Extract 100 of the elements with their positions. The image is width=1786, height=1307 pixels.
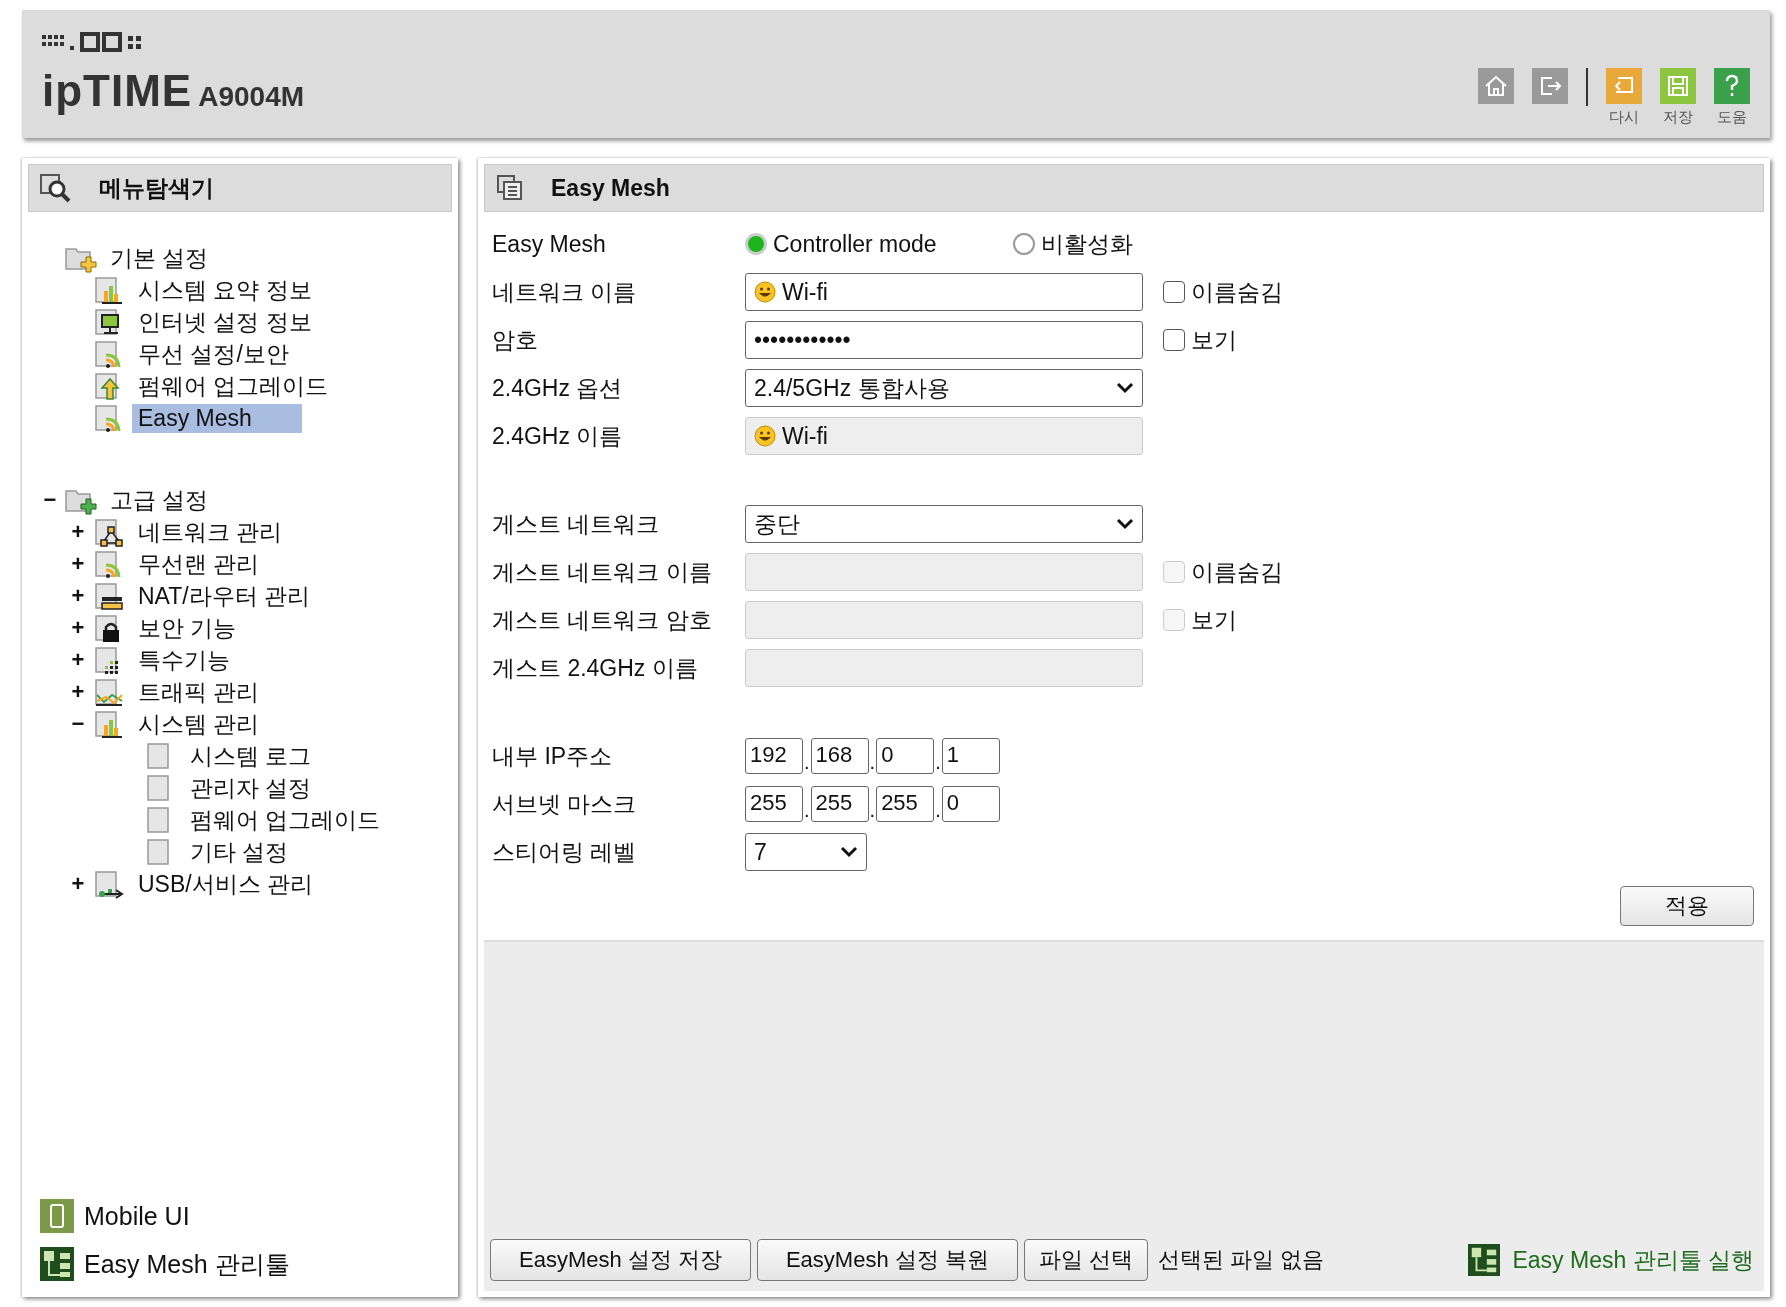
dropdown[interactable]: 중단: [745, 505, 1143, 543]
smiley-icon: [754, 281, 776, 303]
field-label: 네트워크 이름: [492, 277, 638, 307]
menu-item[interactable]: 특수기능: [132, 643, 236, 677]
help-icon[interactable]: [1714, 68, 1750, 104]
expand-toggle[interactable]: +: [64, 615, 92, 641]
menu-item[interactable]: 관리자 설정: [184, 771, 318, 805]
ip-octet-field[interactable]: 1: [941, 738, 1000, 774]
smiley-icon: [754, 425, 776, 447]
checkbox-label: 이름숨김: [1191, 277, 1283, 307]
ip-octet-field[interactable]: 0: [941, 786, 1000, 822]
sidebar-link[interactable]: Mobile UI: [84, 1201, 190, 1231]
home-icon[interactable]: [1478, 68, 1514, 104]
phone-icon[interactable]: [40, 1199, 74, 1233]
menu-item[interactable]: 무선 설정/보안: [132, 337, 295, 371]
expand-toggle[interactable]: +: [64, 551, 92, 577]
logo: ipTIME: [42, 66, 193, 116]
field-label: 2.4GHz 옵션: [492, 373, 624, 403]
checkbox-label: 보기: [1191, 325, 1237, 355]
return-icon[interactable]: [1606, 68, 1642, 104]
menu-item[interactable]: 인터넷 설정 정보: [132, 305, 318, 339]
separator-dot: .: [868, 799, 877, 822]
menu-item[interactable]: 보안 기능: [132, 611, 243, 645]
mesh-tool-icon[interactable]: [1468, 1244, 1501, 1276]
menu-item[interactable]: USB/서비스 관리: [132, 867, 320, 901]
logout-icon[interactable]: [1532, 68, 1568, 104]
field-label: 게스트 네트워크 이름: [492, 557, 713, 587]
chevron-icon: [1116, 518, 1134, 530]
sidebar-link[interactable]: Easy Mesh 관리툴: [84, 1247, 290, 1281]
field-label: 게스트 2.4GHz 이름: [492, 653, 699, 683]
ip-octet-field[interactable]: 168: [810, 738, 869, 774]
pages-icon: [495, 173, 525, 203]
separator-dot: .: [934, 751, 942, 774]
expand-toggle[interactable]: −: [36, 487, 64, 513]
save-icon[interactable]: [1660, 68, 1696, 104]
menu-item[interactable]: 고급 설정: [104, 483, 215, 517]
model-name: A9004M: [198, 81, 305, 113]
input-field[interactable]: Wi-fi: [745, 273, 1143, 311]
expand-toggle[interactable]: +: [64, 583, 92, 609]
menu-item[interactable]: Easy Mesh: [132, 403, 302, 433]
menu-item[interactable]: 네트워크 관리: [132, 515, 289, 549]
tool-label: 다시: [1609, 108, 1639, 127]
mesh-tool-icon[interactable]: [40, 1247, 74, 1281]
radio-button[interactable]: [745, 233, 767, 255]
dropdown[interactable]: 2.4/5GHz 통합사용: [745, 369, 1143, 407]
chevron-icon: [1116, 382, 1134, 394]
menu-item[interactable]: 시스템 관리: [132, 707, 266, 741]
field-label: Easy Mesh: [492, 230, 607, 258]
radio-label: Controller mode: [773, 230, 937, 258]
expand-toggle[interactable]: −: [64, 711, 92, 737]
ip-octet-field[interactable]: 192: [745, 738, 803, 774]
checkbox[interactable]: [1163, 329, 1185, 351]
ip-octet-field[interactable]: 255: [810, 786, 869, 822]
menu-item[interactable]: 펌웨어 업그레이드: [132, 369, 335, 403]
line-chart-icon: [92, 677, 126, 707]
field-label: 서브넷 마스크: [492, 789, 638, 819]
separator-dot: .: [803, 799, 811, 822]
field-label: 게스트 네트워크: [492, 509, 661, 539]
chevron-icon: [840, 846, 858, 858]
field-label: 내부 IP주소: [492, 741, 614, 771]
separator-dot: .: [868, 751, 877, 774]
menu-item[interactable]: 시스템 요약 정보: [132, 273, 318, 307]
dropdown[interactable]: 7: [745, 833, 867, 871]
search-icon: [39, 173, 73, 203]
panel-title: Easy Mesh: [551, 174, 670, 202]
menu-item[interactable]: 기타 설정: [184, 835, 295, 869]
usb-icon: [92, 869, 126, 899]
tool-label: 도움: [1717, 108, 1747, 127]
checkbox-label: 이름숨김: [1191, 557, 1283, 587]
menu-item[interactable]: 기본 설정: [104, 241, 215, 275]
router-icon: [92, 581, 126, 611]
menu-item[interactable]: 트래픽 관리: [132, 675, 266, 709]
file-choose-button[interactable]: 파일 선택: [1023, 1239, 1148, 1281]
field-label: 2.4GHz 이름: [492, 421, 624, 451]
radio-button[interactable]: [1012, 233, 1035, 255]
footer-button[interactable]: EasyMesh 설정 복원: [756, 1239, 1018, 1281]
checkbox-label: 보기: [1191, 605, 1237, 635]
ip-octet-field[interactable]: 255: [876, 786, 935, 822]
menu-item[interactable]: 펌웨어 업그레이드: [184, 803, 387, 837]
field-label: 스티어링 레벨: [492, 837, 638, 867]
file-status: 선택된 파일 없음: [1158, 1246, 1325, 1274]
apply-button[interactable]: 적용: [1620, 886, 1754, 926]
menu-item[interactable]: 무선랜 관리: [132, 547, 266, 581]
menu-item[interactable]: 시스템 로그: [184, 739, 318, 773]
expand-toggle[interactable]: +: [64, 647, 92, 673]
menu-item[interactable]: NAT/라우터 관리: [132, 579, 317, 613]
ip-octet-field[interactable]: 0: [876, 738, 935, 774]
checkbox[interactable]: [1163, 281, 1185, 303]
expand-toggle[interactable]: +: [64, 519, 92, 545]
tool-link[interactable]: Easy Mesh 관리툴 실행: [1512, 1244, 1754, 1276]
expand-toggle[interactable]: +: [64, 871, 92, 897]
expand-toggle[interactable]: +: [64, 679, 92, 705]
separator-dot: .: [934, 799, 942, 822]
input-field[interactable]: ••••••••••••: [745, 321, 1143, 359]
tool-label: 저장: [1663, 108, 1693, 127]
ip-octet-field[interactable]: 255: [745, 786, 803, 822]
footer-button[interactable]: EasyMesh 설정 저장: [490, 1239, 751, 1281]
radio-label: 비활성화: [1040, 229, 1133, 259]
separator-dot: .: [803, 751, 811, 774]
field-label: 암호: [492, 325, 539, 355]
